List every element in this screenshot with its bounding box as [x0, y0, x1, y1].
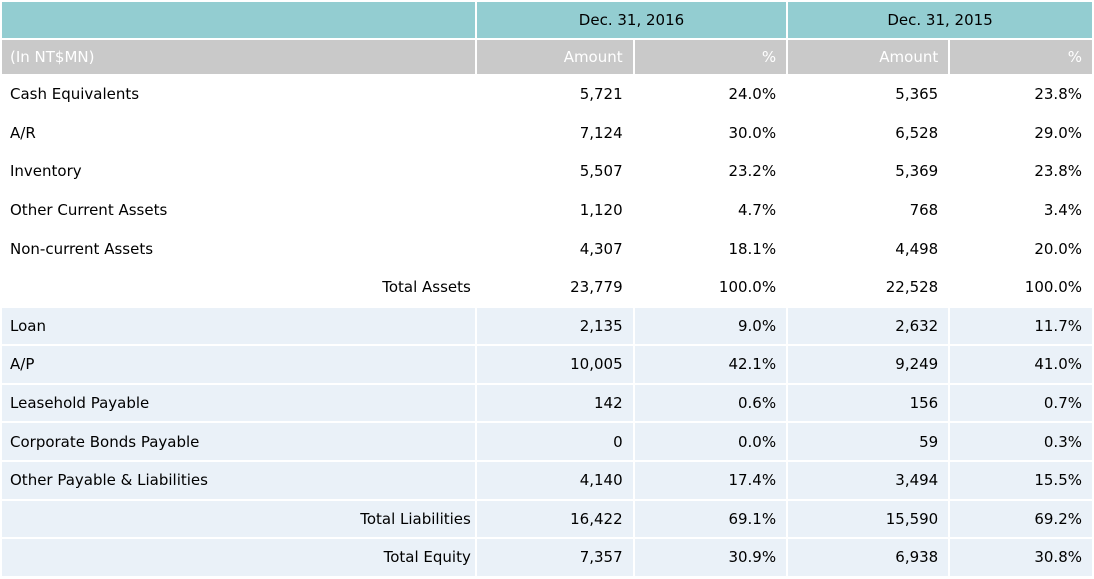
row-label-cell: A/R — [2, 114, 475, 152]
value-cell: 22,528 — [788, 268, 949, 306]
row-label-cell: Corporate Bonds Payable — [2, 423, 475, 460]
value-cell: 29.0% — [950, 114, 1092, 152]
value-cell: 0.3% — [950, 423, 1092, 460]
table-body: Cash Equivalents 5,721 24.0% 5,365 23.8%… — [2, 76, 1092, 576]
value-cell: 15.5% — [950, 461, 1092, 499]
value-cell: 9,249 — [788, 346, 949, 383]
value-cell: 17.4% — [634, 461, 787, 499]
row-label-cell: Other Payable & Liabilities — [2, 461, 475, 499]
value-cell: 23.8% — [950, 153, 1092, 190]
table-row: Inventory 5,507 23.2% 5,369 23.8% — [2, 153, 1092, 190]
value-cell: 23.2% — [634, 153, 787, 190]
table-row: Non-current Assets 4,307 18.1% 4,498 20.… — [2, 230, 1092, 267]
row-label-cell: Non-current Assets — [2, 230, 475, 267]
value-cell: 15,590 — [788, 500, 949, 538]
value-cell: 6,528 — [788, 114, 949, 152]
value-cell: 0.7% — [950, 384, 1092, 422]
value-cell: 24.0% — [634, 76, 787, 113]
value-cell: 30.8% — [950, 539, 1092, 576]
value-cell: 0.6% — [634, 384, 787, 422]
value-cell: 100.0% — [634, 268, 787, 306]
value-cell: 5,721 — [476, 76, 633, 113]
sub-header-percent-2015: % — [950, 40, 1092, 74]
value-cell: 23.8% — [950, 76, 1092, 113]
value-cell: 5,507 — [476, 153, 633, 190]
row-label-cell: Leasehold Payable — [2, 384, 475, 422]
value-cell: 7,124 — [476, 114, 633, 152]
table-row: Leasehold Payable 142 0.6% 156 0.7% — [2, 384, 1092, 422]
value-cell: 30.9% — [634, 539, 787, 576]
row-label-cell: Total Assets — [2, 268, 475, 306]
table-row: Total Assets 23,779 100.0% 22,528 100.0% — [2, 268, 1092, 306]
value-cell: 4,307 — [476, 230, 633, 267]
value-cell: 100.0% — [950, 268, 1092, 306]
value-cell: 11.7% — [950, 307, 1092, 345]
table-row: Total Liabilities 16,422 69.1% 15,590 69… — [2, 500, 1092, 538]
value-cell: 16,422 — [476, 500, 633, 538]
row-label-cell: Total Liabilities — [2, 500, 475, 538]
sub-header-row: (In NT$MN) Amount % Amount % — [2, 40, 1092, 74]
row-label-cell: Other Current Assets — [2, 191, 475, 229]
financial-table: Dec. 31, 2016 Dec. 31, 2015 (In NT$MN) A… — [0, 0, 1094, 578]
value-cell: 3,494 — [788, 461, 949, 499]
corner-cell — [2, 2, 475, 38]
value-cell: 10,005 — [476, 346, 633, 383]
row-label-cell: Loan — [2, 307, 475, 345]
row-label-cell: A/P — [2, 346, 475, 383]
sub-header-amount-2015: Amount — [788, 40, 949, 74]
value-cell: 9.0% — [634, 307, 787, 345]
sub-header-amount-2016: Amount — [476, 40, 633, 74]
sub-header-percent-2016: % — [634, 40, 787, 74]
value-cell: 41.0% — [950, 346, 1092, 383]
value-cell: 4,498 — [788, 230, 949, 267]
table-row: Total Equity 7,357 30.9% 6,938 30.8% — [2, 539, 1092, 576]
date-header-row: Dec. 31, 2016 Dec. 31, 2015 — [2, 2, 1092, 38]
table-row: Other Current Assets 1,120 4.7% 768 3.4% — [2, 191, 1092, 229]
value-cell: 5,369 — [788, 153, 949, 190]
value-cell: 2,632 — [788, 307, 949, 345]
value-cell: 1,120 — [476, 191, 633, 229]
value-cell: 7,357 — [476, 539, 633, 576]
value-cell: 156 — [788, 384, 949, 422]
table-row: Loan 2,135 9.0% 2,632 11.7% — [2, 307, 1092, 345]
value-cell: 6,938 — [788, 539, 949, 576]
value-cell: 3.4% — [950, 191, 1092, 229]
value-cell: 768 — [788, 191, 949, 229]
table-row: A/R 7,124 30.0% 6,528 29.0% — [2, 114, 1092, 152]
value-cell: 69.1% — [634, 500, 787, 538]
value-cell: 30.0% — [634, 114, 787, 152]
value-cell: 4,140 — [476, 461, 633, 499]
value-cell: 142 — [476, 384, 633, 422]
value-cell: 4.7% — [634, 191, 787, 229]
table-row: Cash Equivalents 5,721 24.0% 5,365 23.8% — [2, 76, 1092, 113]
value-cell: 0 — [476, 423, 633, 460]
unit-label-cell: (In NT$MN) — [2, 40, 475, 74]
table-row: A/P 10,005 42.1% 9,249 41.0% — [2, 346, 1092, 383]
value-cell: 0.0% — [634, 423, 787, 460]
col-group-2016: Dec. 31, 2016 — [476, 2, 787, 38]
value-cell: 59 — [788, 423, 949, 460]
value-cell: 42.1% — [634, 346, 787, 383]
value-cell: 5,365 — [788, 76, 949, 113]
value-cell: 23,779 — [476, 268, 633, 306]
value-cell: 69.2% — [950, 500, 1092, 538]
value-cell: 20.0% — [950, 230, 1092, 267]
row-label-cell: Cash Equivalents — [2, 76, 475, 113]
col-group-2015: Dec. 31, 2015 — [788, 2, 1092, 38]
value-cell: 2,135 — [476, 307, 633, 345]
table-row: Other Payable & Liabilities 4,140 17.4% … — [2, 461, 1092, 499]
row-label-cell: Total Equity — [2, 539, 475, 576]
value-cell: 18.1% — [634, 230, 787, 267]
table-row: Corporate Bonds Payable 0 0.0% 59 0.3% — [2, 423, 1092, 460]
row-label-cell: Inventory — [2, 153, 475, 190]
